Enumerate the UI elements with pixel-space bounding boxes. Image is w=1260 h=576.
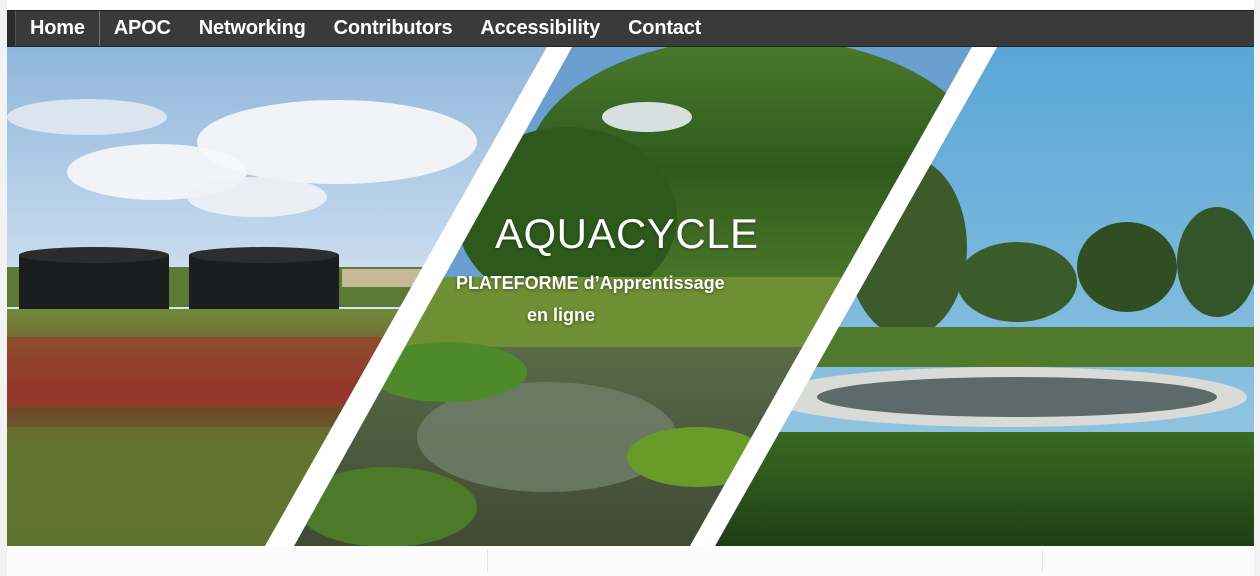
nav-item-accessibility[interactable]: Accessibility xyxy=(466,11,614,46)
main-navigation: Home APOC Networking Contributors Access… xyxy=(7,10,1254,47)
hero-collage xyxy=(7,47,1254,546)
nav-item-home[interactable]: Home xyxy=(16,11,100,46)
hero-subtitle-line2: en ligne xyxy=(527,305,596,325)
page-right-frame xyxy=(1254,0,1260,576)
hero-subtitle-line1: PLATEFORME d’Apprentissage xyxy=(456,273,725,293)
content-strip xyxy=(7,546,1254,576)
nav-item-networking[interactable]: Networking xyxy=(185,11,320,46)
column-divider xyxy=(1042,550,1043,572)
page-left-frame xyxy=(0,0,7,576)
hero-banner: AQUACYCLE PLATEFORME d’Apprentissage en … xyxy=(7,47,1254,546)
hero-title: AQUACYCLE xyxy=(495,210,759,257)
nav-item-contact[interactable]: Contact xyxy=(614,11,715,46)
nav-item-apoc[interactable]: APOC xyxy=(100,11,185,46)
column-divider xyxy=(487,550,488,572)
nav-item-contributors[interactable]: Contributors xyxy=(320,11,467,46)
nav-left-edge xyxy=(7,11,16,46)
